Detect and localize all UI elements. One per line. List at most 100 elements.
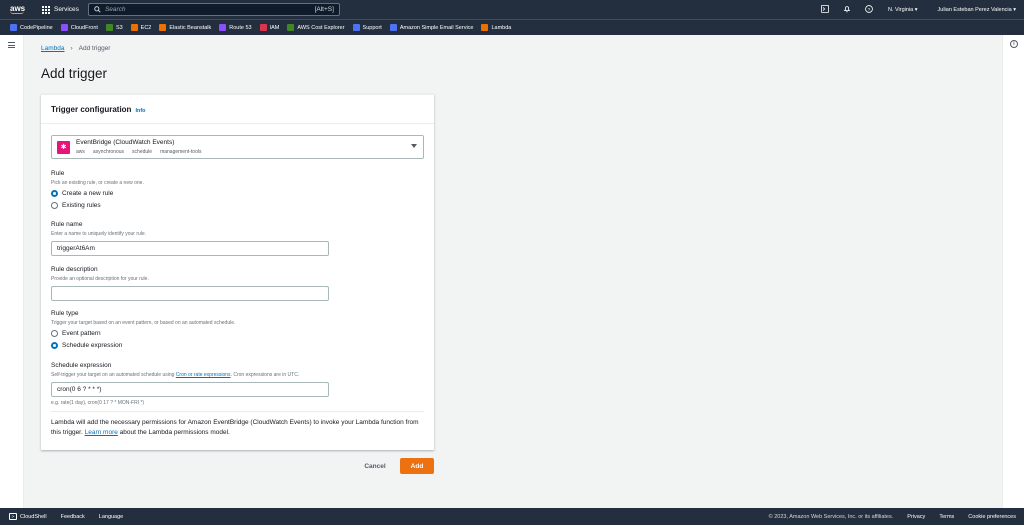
favorite-s3[interactable]: S3 [105, 24, 123, 31]
add-button[interactable]: Add [400, 458, 434, 474]
breadcrumb-lambda-link[interactable]: Lambda [41, 45, 65, 52]
favorite-label: Amazon Simple Email Service [399, 24, 474, 31]
menu-icon[interactable] [8, 42, 15, 50]
trigger-source-select[interactable]: ✱ EventBridge (CloudWatch Events) aws as… [51, 135, 424, 159]
trigger-configuration-panel: Trigger configuration Info ✱ EventBridge… [41, 94, 434, 450]
favorite-label: CloudFront [70, 24, 98, 31]
breadcrumb-current: Add trigger [78, 45, 111, 52]
privacy-link[interactable]: Privacy [907, 514, 925, 520]
source-tag: asynchronous [92, 149, 125, 155]
favorite-route-53[interactable]: Route 53 [219, 24, 252, 31]
account-menu[interactable]: Julian Esteban Perez Valencia ▾ [938, 7, 1016, 13]
permissions-note: Lambda will add the necessary permission… [51, 418, 421, 438]
rule-description-hint: Provide an optional description for your… [51, 276, 149, 282]
breadcrumb: Lambda › Add trigger [41, 45, 110, 52]
radio-schedule-expression[interactable]: Schedule expression [51, 342, 122, 349]
favorite-label: Route 53 [229, 24, 252, 31]
top-navigation: aws Services Search [Alt+S] ? N. Virgini… [0, 0, 1024, 19]
divider [41, 123, 434, 124]
services-grid-icon [42, 5, 50, 14]
cookie-preferences-link[interactable]: Cookie preferences [968, 514, 1016, 520]
favorite-label: Lambda [491, 24, 512, 31]
source-tag: schedule [132, 149, 153, 155]
rule-type-label: Rule type [51, 310, 79, 317]
footer: > CloudShell Feedback Language © 2023, A… [0, 508, 1024, 525]
radio-existing-rules[interactable]: Existing rules [51, 202, 101, 209]
rule-description-text: Pick an existing rule, or create a new o… [51, 180, 144, 186]
elastic-beanstalk-icon [159, 24, 167, 31]
route-53-icon [219, 24, 227, 31]
favorite-ec2[interactable]: EC2 [130, 24, 152, 31]
s3-icon [105, 24, 113, 31]
favorite-ses[interactable]: Amazon Simple Email Service [389, 24, 474, 31]
schedule-expression-example: e.g. rate(1 day), cron(0 17 ? * MON-FRI … [51, 400, 145, 406]
favorite-elastic-beanstalk[interactable]: Elastic Beanstalk [159, 24, 211, 31]
search-input[interactable]: Search [Alt+S] [87, 3, 340, 16]
right-rail: i [1002, 35, 1024, 508]
feedback-link[interactable]: Feedback [61, 514, 85, 520]
favorite-label: EC2 [140, 24, 152, 31]
schedule-desc-text: . Cron expressions are in UTC. [230, 372, 300, 378]
favorite-cloudfront[interactable]: CloudFront [60, 24, 98, 31]
radio-create-new-rule[interactable]: Create a new rule [51, 190, 113, 197]
schedule-desc-text: Self-trigger your target on an automated… [51, 372, 176, 378]
panel-title: Trigger configuration [51, 105, 132, 114]
favorite-codepipeline[interactable]: CodePipeline [10, 24, 53, 31]
lambda-icon [481, 24, 489, 31]
note-text: about the Lambda permissions model. [117, 429, 230, 436]
region-selector[interactable]: N. Virginia ▾ [888, 7, 918, 13]
radio-label: Create a new rule [62, 190, 114, 197]
radio-unselected-icon [51, 202, 58, 209]
notifications-bell-icon[interactable] [836, 5, 858, 15]
language-link[interactable]: Language [99, 514, 123, 520]
learn-more-link[interactable]: Learn more [85, 429, 118, 436]
cancel-button[interactable]: Cancel [358, 459, 392, 473]
panel-header: Trigger configuration Info [51, 105, 146, 114]
schedule-expression-description: Self-trigger your target on an automated… [51, 372, 299, 378]
left-rail [0, 35, 24, 508]
breadcrumb-chevron-icon: › [70, 45, 73, 52]
radio-selected-icon [51, 342, 58, 349]
cost-explorer-icon [287, 24, 295, 31]
codepipeline-icon [10, 24, 17, 31]
svg-text:?: ? [868, 6, 871, 12]
cron-expressions-link[interactable]: Cron or rate expressions [176, 372, 231, 378]
schedule-expression-input[interactable] [51, 382, 329, 397]
aws-logo[interactable]: aws [10, 5, 32, 14]
help-icon[interactable]: ? [858, 4, 880, 15]
cloudfront-icon [60, 24, 68, 31]
aws-logo-text: aws [10, 4, 26, 13]
eventbridge-icon: ✱ [57, 141, 70, 154]
rule-name-description: Enter a name to uniquely identify your r… [51, 231, 147, 237]
rule-label: Rule [51, 170, 65, 177]
ses-icon [389, 24, 397, 31]
rule-name-label: Rule name [51, 221, 83, 228]
radio-label: Schedule expression [62, 342, 123, 349]
radio-unselected-icon [51, 330, 58, 337]
source-tag: aws [76, 149, 85, 155]
search-icon [94, 6, 101, 13]
favorite-label: S3 [115, 24, 123, 31]
search-shortcut: [Alt+S] [314, 6, 334, 13]
rule-name-input[interactable] [51, 241, 329, 256]
favorite-iam[interactable]: IAM [259, 24, 279, 31]
iam-icon [259, 24, 267, 31]
schedule-expression-label: Schedule expression [51, 362, 112, 369]
favorite-label: Support [362, 24, 382, 31]
info-panel-icon[interactable]: i [1010, 40, 1018, 48]
caret-down-icon [411, 144, 417, 148]
divider [51, 411, 424, 412]
source-title: EventBridge (CloudWatch Events) [76, 139, 175, 146]
info-link[interactable]: Info [135, 108, 145, 114]
favorite-lambda[interactable]: Lambda [481, 24, 511, 31]
favorite-cost-explorer[interactable]: AWS Cost Explorer [287, 24, 345, 31]
cloudshell-icon[interactable] [814, 4, 836, 15]
radio-selected-icon [51, 190, 58, 197]
radio-event-pattern[interactable]: Event pattern [51, 330, 101, 337]
source-tag: management-tools [160, 149, 202, 155]
terms-link[interactable]: Terms [939, 514, 954, 520]
rule-description-input[interactable] [51, 286, 329, 301]
services-menu-button[interactable]: Services [42, 5, 79, 14]
favorite-support[interactable]: Support [352, 24, 382, 31]
cloudshell-button[interactable]: > CloudShell [9, 513, 47, 520]
